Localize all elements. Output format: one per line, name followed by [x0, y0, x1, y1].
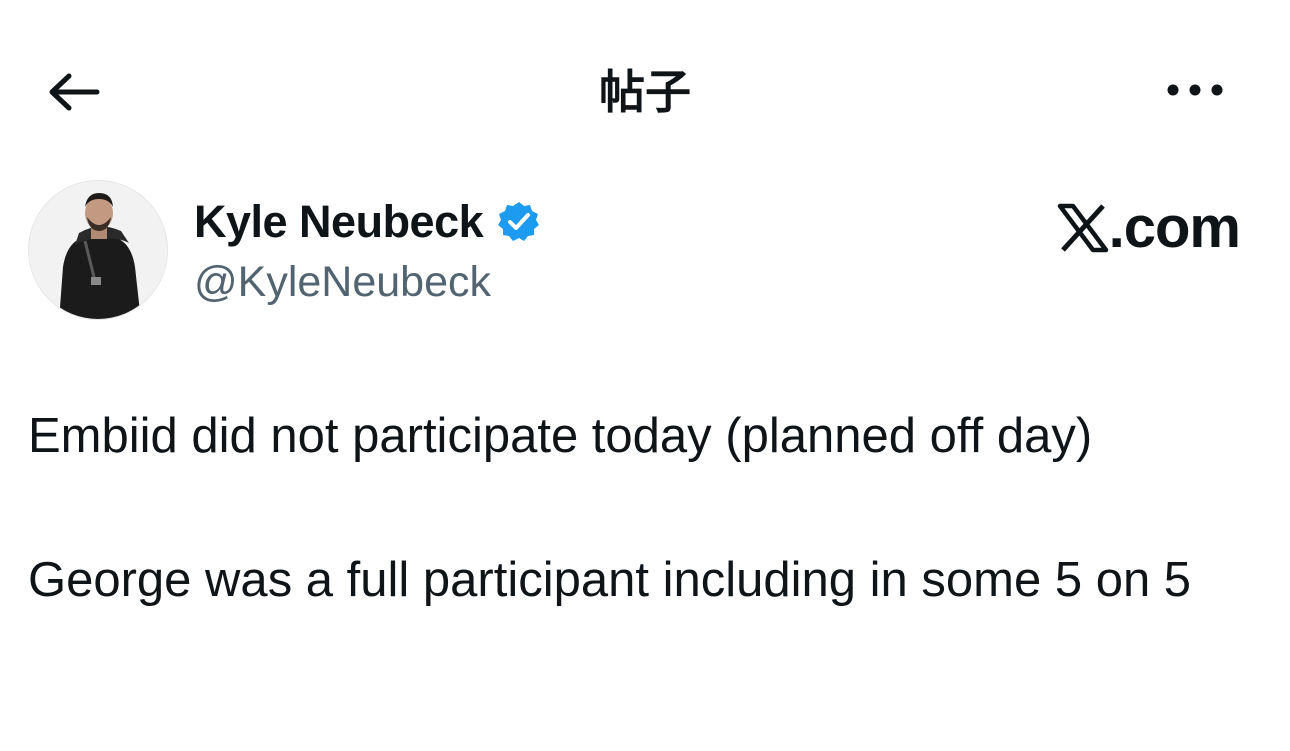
top-bar: 帖子 [0, 0, 1290, 160]
x-logo-icon [1057, 203, 1109, 253]
more-options-button[interactable] [1160, 70, 1230, 114]
avatar-photo [29, 181, 167, 319]
more-horizontal-icon [1165, 83, 1225, 102]
post-text: Embiid did not participate today (planne… [28, 400, 1258, 616]
avatar[interactable] [28, 180, 168, 320]
brand-text: .com [1108, 195, 1241, 260]
author-handle[interactable]: @KyleNeubeck [194, 254, 491, 310]
verified-badge-icon [497, 200, 541, 244]
back-button[interactable] [40, 64, 106, 124]
arrow-left-icon [45, 70, 101, 119]
post-paragraph: Embiid did not participate today (planne… [28, 409, 1093, 463]
brand-watermark: .com [1057, 195, 1241, 260]
post-paragraph: George was a full participant including … [28, 553, 1192, 607]
author-name[interactable]: Kyle Neubeck [194, 196, 484, 248]
page-title: 帖子 [599, 65, 691, 119]
author-name-row[interactable]: Kyle Neubeck [194, 194, 541, 250]
